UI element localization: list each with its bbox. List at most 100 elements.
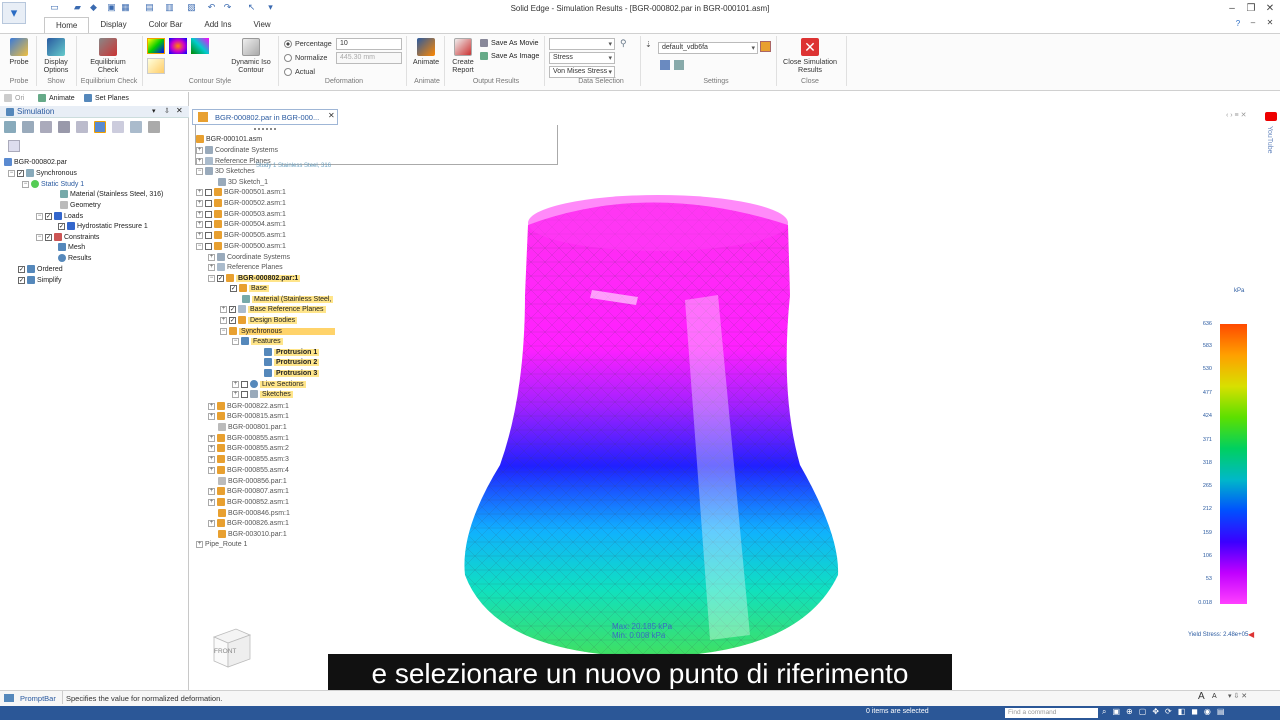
tree-item[interactable]: BGR-000802.par <box>4 158 67 166</box>
equilibrium-check-button[interactable]: Equilibrium Check <box>82 38 134 74</box>
minimize-button[interactable]: – <box>1224 3 1240 14</box>
normalize-radio[interactable]: Normalize <box>284 53 327 62</box>
tree-item[interactable]: −3D Sketches <box>196 167 255 175</box>
tree-item[interactable]: + BGR-000503.asm:1 <box>196 210 286 218</box>
tree-item[interactable]: Protrusion 1 <box>264 348 320 356</box>
tree-item[interactable]: Material (Stainless Steel, <box>242 295 334 303</box>
percentage-input[interactable]: 10 <box>336 38 402 50</box>
contour-smooth-button[interactable] <box>169 38 187 54</box>
constraint-icon[interactable] <box>76 121 88 133</box>
tree-item[interactable]: − Synchronous <box>220 327 335 335</box>
view-cube[interactable] <box>210 625 252 669</box>
tree-item[interactable]: BGR-000101.asm <box>196 135 262 143</box>
document-tab-close-icon[interactable]: ✕ <box>328 111 335 120</box>
save-movie-button[interactable]: Save As Movie <box>480 38 539 47</box>
tree-item[interactable]: ✓ Simplify <box>18 276 62 284</box>
animate-button[interactable]: Animate <box>410 38 442 66</box>
font-size-icon[interactable]: A <box>1198 691 1205 702</box>
tree-item[interactable]: ✓ Hydrostatic Pressure 1 <box>58 222 148 230</box>
tree-item[interactable]: + ✓ Base Reference Planes <box>220 305 326 313</box>
views-icon[interactable]: ◧ <box>1178 707 1186 717</box>
tree-item[interactable]: ✓ Base <box>230 284 269 292</box>
tree-item[interactable]: + BGR-000504.asm:1 <box>196 220 286 228</box>
tree-item[interactable]: + Sketches <box>232 390 293 398</box>
study-toggle-icon[interactable] <box>8 140 20 152</box>
tree-item[interactable]: − ✓ Loads <box>36 212 83 220</box>
data-selection-type[interactable] <box>549 38 615 50</box>
tree-item[interactable]: − Static Study 1 <box>22 180 84 188</box>
zoom-icon[interactable]: ⊕ <box>1126 707 1133 717</box>
display-options-button[interactable]: Display Options <box>40 38 72 74</box>
tree-item[interactable]: + BGR-000852.asm:1 <box>208 498 289 506</box>
percentage-radio[interactable]: Percentage <box>284 39 332 48</box>
document-tab[interactable]: BGR-000802.par in BGR-000... <box>192 109 338 125</box>
tree-item[interactable]: BGR-000846.psm:1 <box>218 509 290 517</box>
solve-icon[interactable] <box>112 121 124 133</box>
tree-item[interactable]: − ✓ Constraints <box>36 233 99 241</box>
geometry-icon[interactable] <box>22 121 34 133</box>
stress-model[interactable] <box>440 185 860 665</box>
settings-options-icon[interactable] <box>660 60 670 70</box>
study-icon[interactable] <box>4 121 16 133</box>
material-icon[interactable] <box>40 121 52 133</box>
tree-item[interactable]: + BGR-000855.asm:2 <box>208 444 289 452</box>
panel-close-icon[interactable]: ✕ <box>176 106 183 115</box>
tree-item[interactable]: + BGR-000855.asm:3 <box>208 455 289 463</box>
color-bar[interactable] <box>1220 324 1247 604</box>
save-image-button[interactable]: Save As Image <box>480 51 539 60</box>
tree-item[interactable]: + BGR-000855.asm:4 <box>208 466 289 474</box>
doc-close-button[interactable]: ✕ <box>1262 18 1278 27</box>
tab-add-ins[interactable]: Add Ins <box>193 17 242 33</box>
tree-item[interactable]: + BGR-000826.asm:1 <box>208 519 289 527</box>
settings-select[interactable]: default_vdb6fa <box>658 42 758 54</box>
shading-icon[interactable]: ◼ <box>1191 707 1198 717</box>
tree-item[interactable]: + BGR-000807.asm:1 <box>208 487 289 495</box>
youtube-icon[interactable] <box>1265 112 1277 121</box>
find-command-input[interactable]: Find a command <box>1005 708 1098 718</box>
tree-item[interactable]: + BGR-000502.asm:1 <box>196 199 286 207</box>
tree-item[interactable]: + BGR-000505.asm:1 <box>196 231 286 239</box>
tree-item[interactable]: Results <box>58 254 91 262</box>
zoom-area-icon[interactable]: ▣ <box>1112 707 1120 717</box>
tree-item[interactable]: − Features <box>232 337 283 345</box>
doc-minimize-button[interactable]: – <box>1245 18 1261 27</box>
tree-item[interactable]: Geometry <box>60 201 101 209</box>
fit-icon[interactable]: ▢ <box>1139 707 1147 717</box>
tree-item[interactable]: + BGR-000501.asm:1 <box>196 188 286 196</box>
dynamic-iso-contour-button[interactable]: Dynamic Iso Contour <box>228 38 274 74</box>
normalize-input[interactable]: 445.30 mm <box>336 52 402 64</box>
connectors-icon[interactable] <box>148 121 160 133</box>
tree-item[interactable]: + Pipe_Route 1 <box>196 541 247 548</box>
tree-item[interactable]: + Coordinate Systems <box>196 146 278 154</box>
close-window-button[interactable]: ✕ <box>1262 3 1278 14</box>
tree-item[interactable]: + Coordinate Systems <box>208 253 290 261</box>
create-report-button[interactable]: Create Report <box>448 38 478 74</box>
font-smaller-icon[interactable]: A <box>1212 693 1217 700</box>
search-icon[interactable]: ⌕ <box>1102 707 1106 717</box>
tab-color-bar[interactable]: Color Bar <box>138 17 194 33</box>
tree-item[interactable]: BGR-000856.par:1 <box>218 477 287 485</box>
close-simulation-results-button[interactable]: ✕ Close Simulation Results <box>778 38 842 74</box>
tree-item[interactable]: + ✓ Design Bodies <box>220 316 298 324</box>
tree-item[interactable]: BGR-000801.par:1 <box>218 423 287 431</box>
probe-button[interactable]: Probe <box>4 38 34 66</box>
tab-scroll-icons[interactable]: ‹ › ≡ ✕ <box>1226 111 1246 119</box>
tree-item[interactable]: Material (Stainless Steel, 316) <box>60 190 163 198</box>
tab-view[interactable]: View <box>243 17 282 33</box>
tree-item[interactable]: − BGR-000500.asm:1 <box>196 242 286 250</box>
tree-item[interactable]: + BGR-000822.asm:1 <box>208 402 289 410</box>
tab-display[interactable]: Display <box>89 17 137 33</box>
rotate-icon[interactable]: ⟳ <box>1165 707 1172 717</box>
tree-item[interactable]: − ✓ BGR-000802.par:1 <box>208 274 301 282</box>
tree-item[interactable]: BGR-003010.par:1 <box>218 530 287 538</box>
tree-item[interactable]: Protrusion 3 <box>264 369 320 377</box>
tree-item[interactable]: ✓ Ordered <box>18 265 63 273</box>
style-icon[interactable]: ◉ <box>1204 707 1211 717</box>
panel-pin-icon[interactable]: ⇩ <box>164 107 170 115</box>
toolbar-animate[interactable]: Animate <box>38 94 75 102</box>
settings-reset-icon[interactable] <box>674 60 684 70</box>
tree-item[interactable]: − ✓ Synchronous <box>8 169 77 177</box>
tree-item[interactable]: 3D Sketch_1 <box>218 178 268 186</box>
toolbar-set-planes[interactable]: Set Planes <box>84 94 129 102</box>
resize-handle[interactable] <box>254 127 276 130</box>
